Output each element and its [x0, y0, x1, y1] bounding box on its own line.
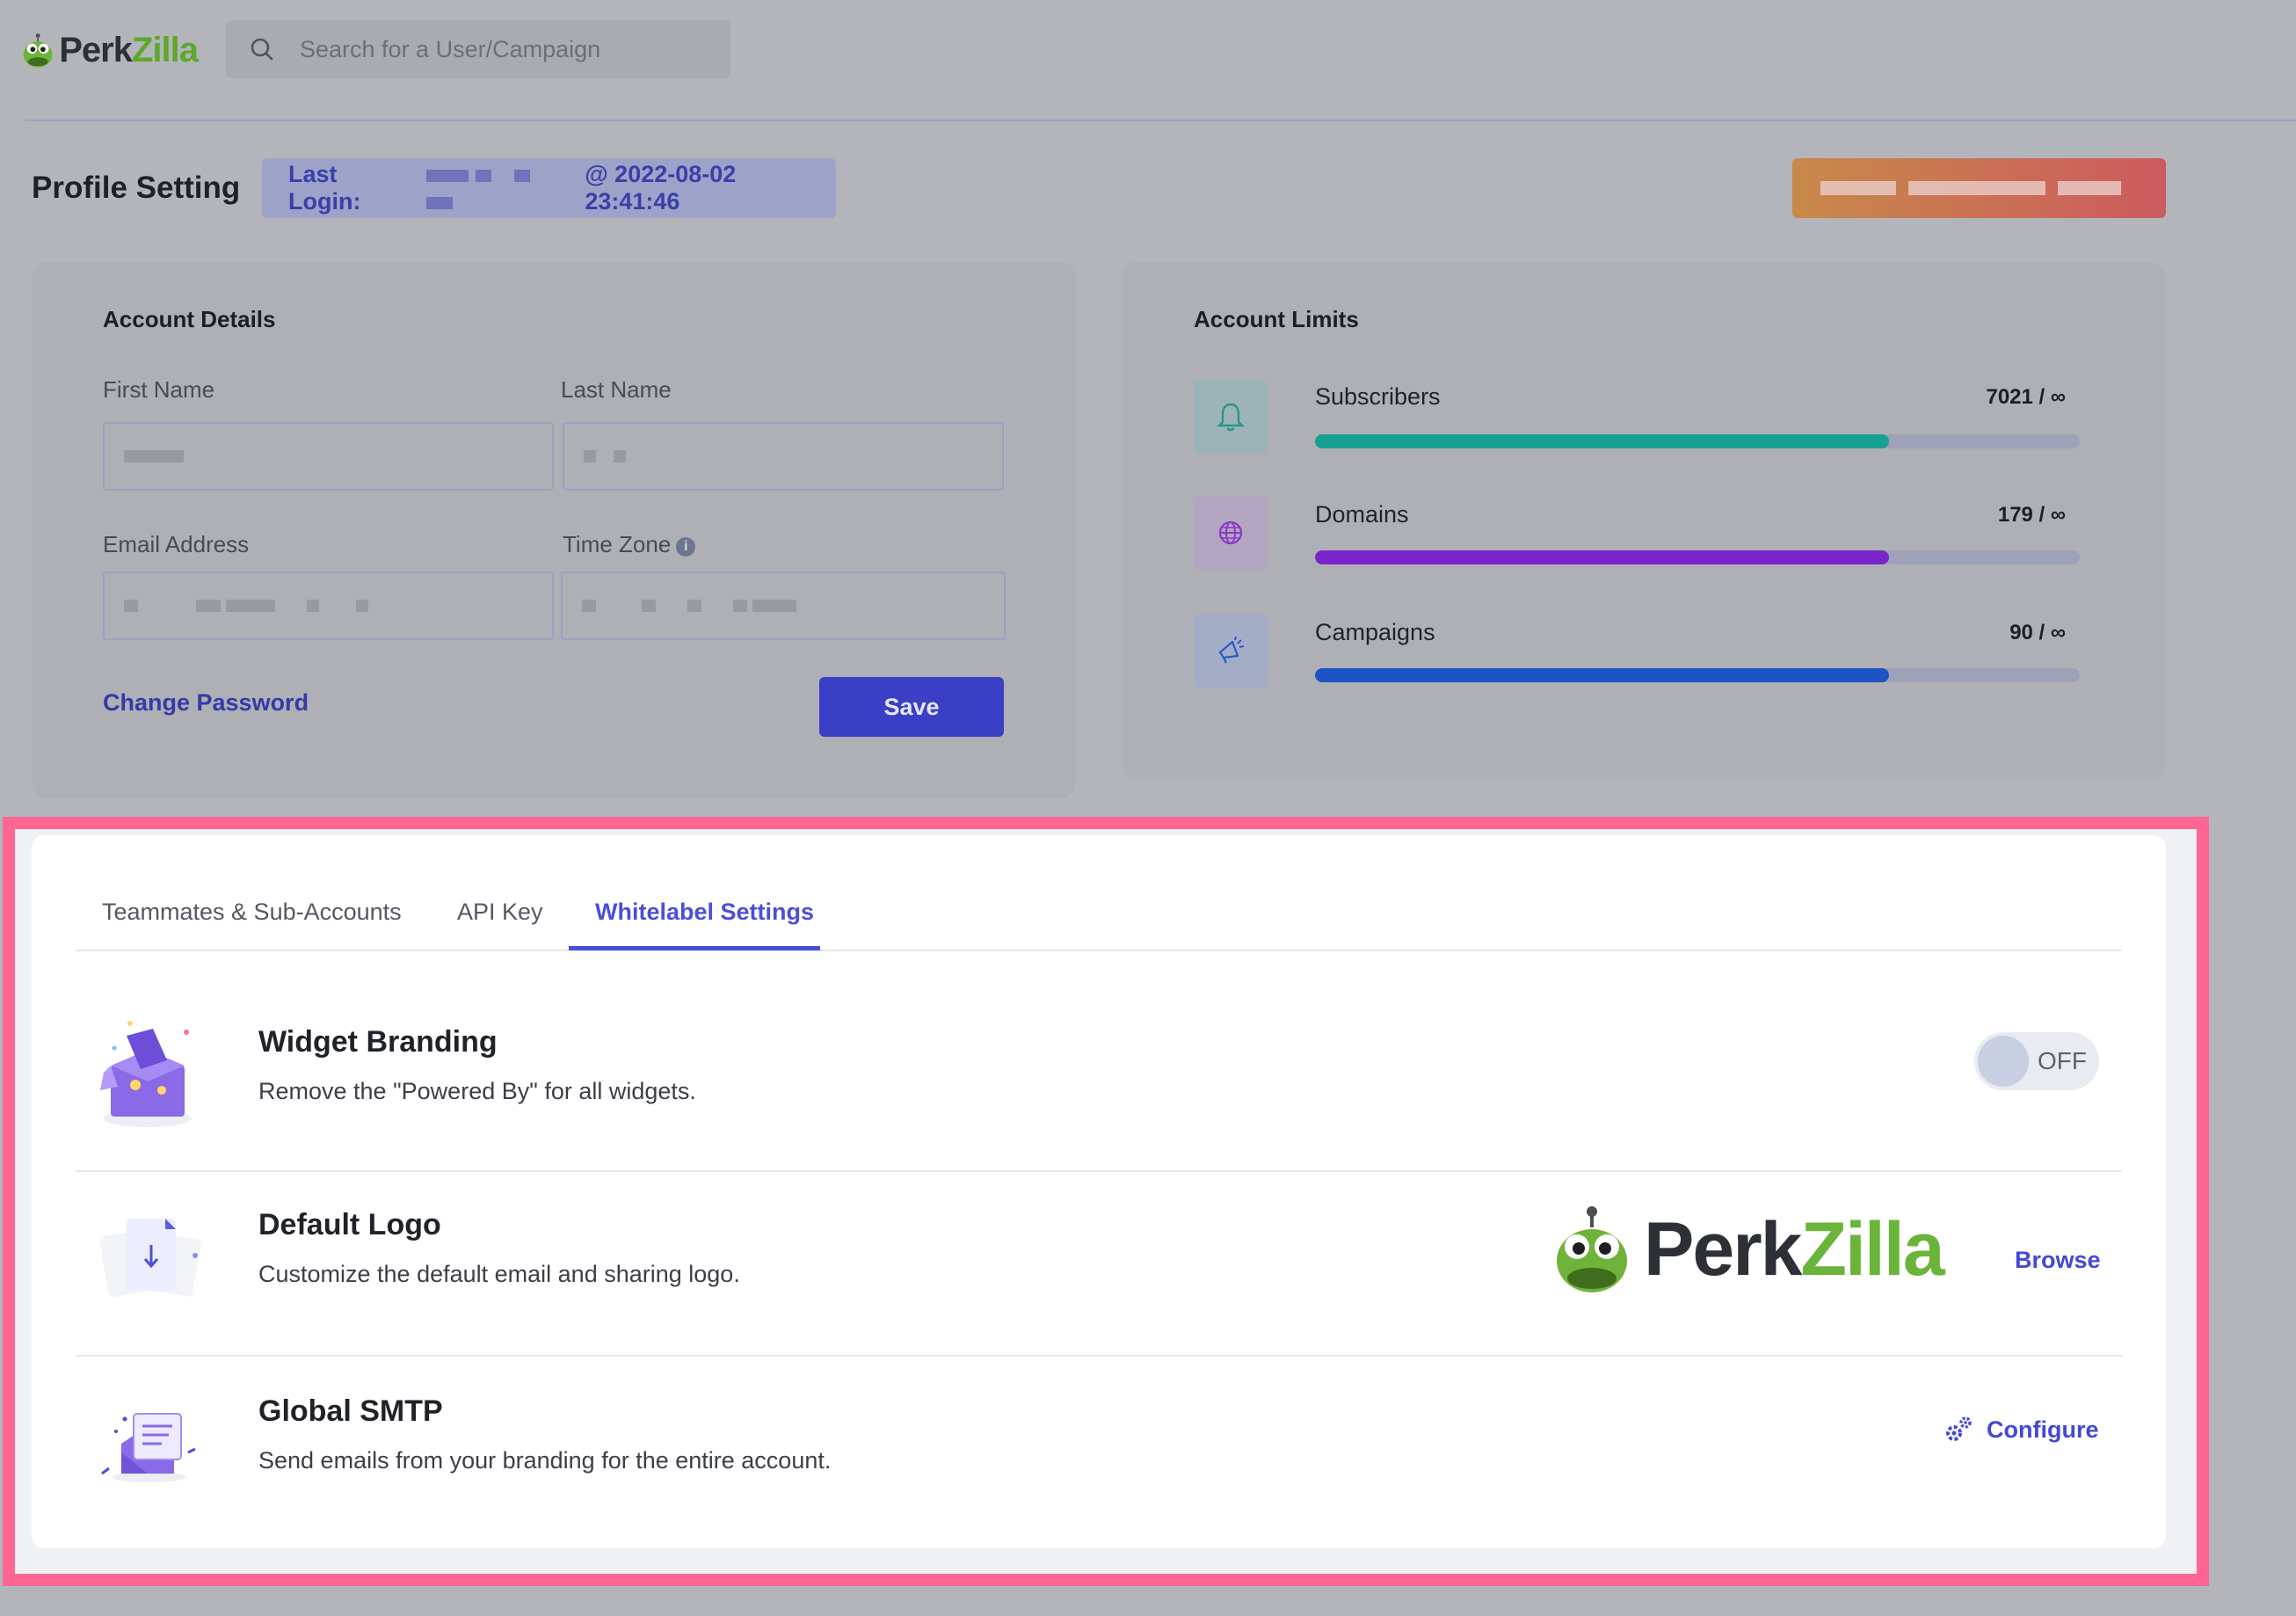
configure-smtp-button[interactable]: Configure: [1943, 1414, 2099, 1445]
last-name-label: Last Name: [561, 376, 672, 403]
row-divider: [76, 1170, 2122, 1172]
domains-value: 179 / ∞: [1997, 503, 2066, 527]
active-tab-indicator: [569, 946, 820, 950]
tab-api-key[interactable]: API Key: [457, 899, 543, 926]
campaigns-progress-fill: [1315, 668, 1889, 682]
info-icon[interactable]: i: [676, 537, 696, 557]
timezone-select[interactable]: [561, 571, 1006, 640]
domains-label: Domains: [1315, 501, 1409, 528]
global-smtp-title: Global SMTP: [258, 1394, 443, 1428]
gears-icon: [1946, 1416, 1972, 1441]
default-logo-description: Customize the default email and sharing …: [258, 1261, 740, 1287]
megaphone-icon: [1194, 614, 1268, 688]
domains-progress-bar: [1315, 550, 2080, 564]
last-login-label: Last Login:: [288, 161, 361, 215]
row-divider: [76, 1355, 2122, 1357]
browse-logo-button[interactable]: Browse: [2015, 1247, 2101, 1274]
account-limits-title: Account Limits: [1194, 306, 1359, 332]
search-icon: [251, 38, 273, 61]
domains-progress-fill: [1315, 550, 1889, 564]
timezone-label: Time Zone i: [563, 531, 696, 558]
account-details-title: Account Details: [103, 306, 276, 332]
widget-branding-description: Remove the "Powered By" for all widgets.: [258, 1078, 696, 1104]
last-login-time: @ 2022-08-02 23:41:46: [585, 161, 737, 215]
perkzilla-mascot-icon: [23, 33, 53, 68]
subscribers-progress-bar: [1315, 434, 2080, 448]
widget-branding-title: Widget Branding: [258, 1025, 498, 1059]
search-bar[interactable]: Search for a User/Campaign: [226, 20, 730, 78]
tab-whitelabel-settings[interactable]: Whitelabel Settings: [595, 899, 814, 926]
first-name-label: First Name: [103, 376, 215, 403]
app-logo[interactable]: PerkZilla: [22, 19, 199, 81]
gift-box-icon: [100, 1021, 192, 1127]
email-envelope-icon: [101, 1413, 196, 1482]
toggle-knob: [1978, 1036, 2029, 1087]
first-name-field[interactable]: [103, 422, 554, 491]
logo-preview-wordmark: PerkZilla: [1644, 1206, 1945, 1292]
configure-label: Configure: [1987, 1416, 2099, 1443]
redacted-location: [425, 161, 585, 215]
perkzilla-mascot-icon: [1557, 1206, 1627, 1292]
upload-file-icon: [99, 1219, 201, 1298]
bell-icon: [1194, 380, 1268, 454]
subscribers-value: 7021 / ∞: [1986, 385, 2066, 409]
campaigns-value: 90 / ∞: [2009, 621, 2066, 644]
email-label: Email Address: [103, 531, 250, 557]
default-logo-title: Default Logo: [258, 1208, 441, 1241]
last-name-field[interactable]: [563, 422, 1004, 491]
campaigns-progress-bar: [1315, 668, 2080, 682]
redacted-promo-banner[interactable]: [1792, 158, 2166, 218]
header-divider: [25, 120, 2296, 121]
search-input[interactable]: Search for a User/Campaign: [300, 36, 600, 63]
email-field[interactable]: [103, 571, 554, 640]
globe-icon: [1194, 496, 1268, 570]
widget-branding-toggle[interactable]: OFF: [1974, 1032, 2099, 1090]
current-logo-preview: PerkZilla: [1552, 1203, 1945, 1296]
campaigns-label: Campaigns: [1315, 619, 1435, 645]
global-smtp-description: Send emails from your branding for the e…: [258, 1447, 832, 1474]
logo-wordmark: PerkZilla: [59, 30, 199, 69]
tab-teammates[interactable]: Teammates & Sub-Accounts: [102, 899, 402, 926]
change-password-link[interactable]: Change Password: [103, 689, 309, 717]
last-login-badge: Last Login: @ 2022-08-02 23:41:46: [262, 158, 836, 218]
toggle-state-label: OFF: [2038, 1047, 2087, 1074]
subscribers-progress-fill: [1315, 434, 1889, 448]
settings-tabs: Teammates & Sub-Accounts API Key Whitela…: [76, 888, 2122, 951]
save-button[interactable]: Save: [819, 677, 1004, 737]
subscribers-label: Subscribers: [1315, 383, 1441, 410]
page-title: Profile Setting: [32, 171, 241, 205]
